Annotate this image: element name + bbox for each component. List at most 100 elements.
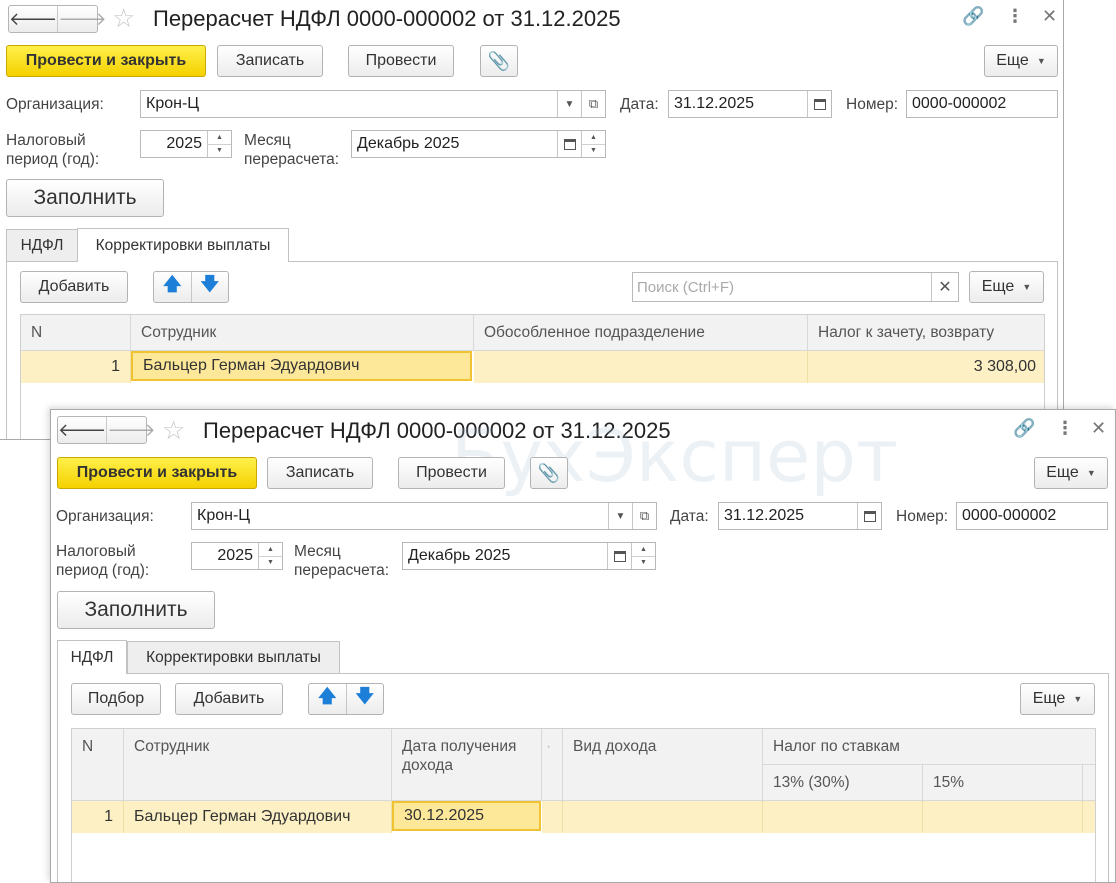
more-button[interactable]: Еще ▼ [1034, 457, 1108, 489]
save-button[interactable]: Записать [267, 457, 373, 489]
move-down-icon[interactable]: 🡇 [345, 684, 384, 714]
search-field[interactable]: Поиск (Ctrl+F) ✕ [632, 272, 959, 302]
row-rate-15[interactable] [923, 801, 1083, 833]
back-arrow-icon[interactable]: 🡐 [9, 6, 57, 32]
calendar-icon[interactable] [857, 503, 881, 529]
more-vertical-icon[interactable]: ⋮ [1056, 418, 1074, 439]
back-window: 🡐 🡒 ☆ Перерасчет НДФЛ 0000-000002 от 31.… [0, 0, 1064, 440]
caret-down-icon: ▼ [1073, 694, 1083, 704]
row-income-date[interactable]: 30.12.2025 [392, 801, 541, 831]
spin-up-icon[interactable]: ▲ [208, 131, 231, 144]
period-value: 2025 [217, 547, 253, 564]
col-income-date[interactable]: Дата получения дохода [392, 729, 542, 801]
tab-ndfl[interactable]: НДФЛ [6, 229, 78, 261]
tab-payment-corrections[interactable]: Корректировки выплаты [127, 641, 340, 673]
close-icon[interactable]: ✕ [1091, 418, 1106, 439]
month-label: Месяц перерасчета: [294, 543, 390, 579]
more-button[interactable]: Еще ▼ [984, 45, 1058, 77]
col-n[interactable]: N [21, 315, 131, 351]
move-down-icon[interactable]: 🡇 [190, 272, 229, 302]
tab-payment-corrections[interactable]: Корректировки выплаты [77, 228, 289, 262]
row-division[interactable] [474, 351, 808, 383]
org-field[interactable]: Крон-Ц ▼ ⧉ [191, 502, 657, 530]
spin-up-icon[interactable]: ▲ [582, 131, 605, 144]
col-rate-15[interactable]: 15% [923, 765, 1083, 801]
period-field[interactable]: 2025 ▲ ▼ [191, 542, 283, 570]
clear-icon[interactable]: ✕ [931, 273, 958, 301]
number-field[interactable]: 0000-000002 [956, 502, 1108, 530]
add-button[interactable]: Добавить [20, 271, 128, 303]
open-icon[interactable]: ⧉ [581, 91, 605, 117]
number-field[interactable]: 0000-000002 [906, 90, 1058, 118]
panel-more-button[interactable]: Еще ▼ [1020, 683, 1095, 715]
spin-down-icon[interactable]: ▼ [632, 555, 655, 570]
row-rate-13[interactable] [763, 801, 923, 833]
spin-up-icon[interactable]: ▲ [632, 543, 655, 556]
period-field[interactable]: 2025 ▲ ▼ [140, 130, 232, 158]
col-n[interactable]: N [72, 729, 124, 801]
number-value: 0000-000002 [912, 95, 1007, 112]
number-label: Номер: [896, 508, 949, 525]
col-tax-by-rate[interactable]: Налог по ставкам [763, 729, 1095, 765]
row-employee[interactable]: Бальцер Герман Эдуардович [124, 801, 392, 833]
col-division[interactable]: Обособленное подразделение [474, 315, 808, 351]
post-button[interactable]: Провести [348, 45, 454, 77]
post-close-button[interactable]: Провести и закрыть [57, 457, 257, 489]
date-field[interactable]: 31.12.2025 [668, 90, 832, 118]
post-button[interactable]: Провести [398, 457, 505, 489]
fill-button[interactable]: Заполнить [57, 591, 215, 629]
org-field[interactable]: Крон-Ц ▼ ⧉ [140, 90, 606, 118]
panel-more-button[interactable]: Еще ▼ [969, 271, 1044, 303]
month-field[interactable]: Декабрь 2025 ▲ ▼ [402, 542, 656, 570]
spin-up-icon[interactable]: ▲ [259, 543, 282, 556]
more-button-label: Еще [1046, 464, 1079, 481]
open-icon[interactable]: ⧉ [632, 503, 656, 529]
attachment-button[interactable]: 📎 [530, 457, 568, 489]
forward-arrow-icon[interactable]: 🡒 [57, 6, 107, 32]
tab-ndfl[interactable]: НДФЛ [57, 640, 127, 674]
month-stepper[interactable]: ▲ ▼ [581, 131, 605, 157]
favorite-star-icon[interactable]: ☆ [162, 417, 185, 443]
forward-arrow-icon[interactable]: 🡒 [106, 417, 156, 443]
attachment-button[interactable]: 📎 [480, 45, 518, 77]
calendar-icon[interactable] [557, 131, 581, 157]
add-button[interactable]: Добавить [175, 683, 283, 715]
period-stepper[interactable]: ▲ ▼ [258, 543, 282, 569]
col-employee[interactable]: Сотрудник [124, 729, 392, 801]
dropdown-arrow-icon[interactable]: ▼ [608, 503, 632, 529]
row-employee[interactable]: Бальцер Герман Эдуардович [131, 351, 472, 381]
date-field[interactable]: 31.12.2025 [718, 502, 882, 530]
save-button[interactable]: Записать [217, 45, 323, 77]
period-label: Налоговый период (год): [56, 543, 150, 579]
panel-more-label: Еще [1032, 690, 1066, 707]
month-field[interactable]: Декабрь 2025 ▲ ▼ [351, 130, 606, 158]
fill-button[interactable]: Заполнить [6, 179, 164, 217]
col-employee[interactable]: Сотрудник [131, 315, 474, 351]
link-icon[interactable]: 🔗 [1013, 418, 1035, 439]
col-tax[interactable]: Налог к зачету, возврату [808, 315, 1044, 351]
spin-down-icon[interactable]: ▼ [582, 143, 605, 158]
row-tax[interactable]: 3 308,00 [808, 351, 1044, 383]
more-vertical-icon[interactable]: ⋮ [1006, 6, 1024, 27]
col-rate-13[interactable]: 13% (30%) [763, 765, 923, 801]
calendar-icon[interactable] [807, 91, 831, 117]
favorite-star-icon[interactable]: ☆ [112, 5, 135, 31]
link-icon[interactable]: 🔗 [962, 6, 984, 27]
period-stepper[interactable]: ▲ ▼ [207, 131, 231, 157]
move-up-icon[interactable]: 🡅 [154, 272, 191, 302]
back-arrow-icon[interactable]: 🡐 [58, 417, 106, 443]
close-icon[interactable]: ✕ [1042, 6, 1057, 27]
front-window: 🡐 🡒 ☆ Перерасчет НДФЛ 0000-000002 от 31.… [50, 409, 1116, 883]
spin-down-icon[interactable]: ▼ [259, 555, 282, 570]
date-label: Дата: [620, 96, 659, 113]
pick-button[interactable]: Подбор [71, 683, 161, 715]
row-income-type[interactable] [563, 801, 763, 833]
calendar-icon[interactable] [607, 543, 631, 569]
col-income-type[interactable]: Вид дохода [563, 729, 763, 801]
dropdown-arrow-icon[interactable]: ▼ [557, 91, 581, 117]
move-up-icon[interactable]: 🡅 [309, 684, 346, 714]
month-stepper[interactable]: ▲ ▼ [631, 543, 655, 569]
spin-down-icon[interactable]: ▼ [208, 143, 231, 158]
post-close-button[interactable]: Провести и закрыть [6, 45, 206, 77]
search-placeholder: Поиск (Ctrl+F) [637, 278, 734, 296]
